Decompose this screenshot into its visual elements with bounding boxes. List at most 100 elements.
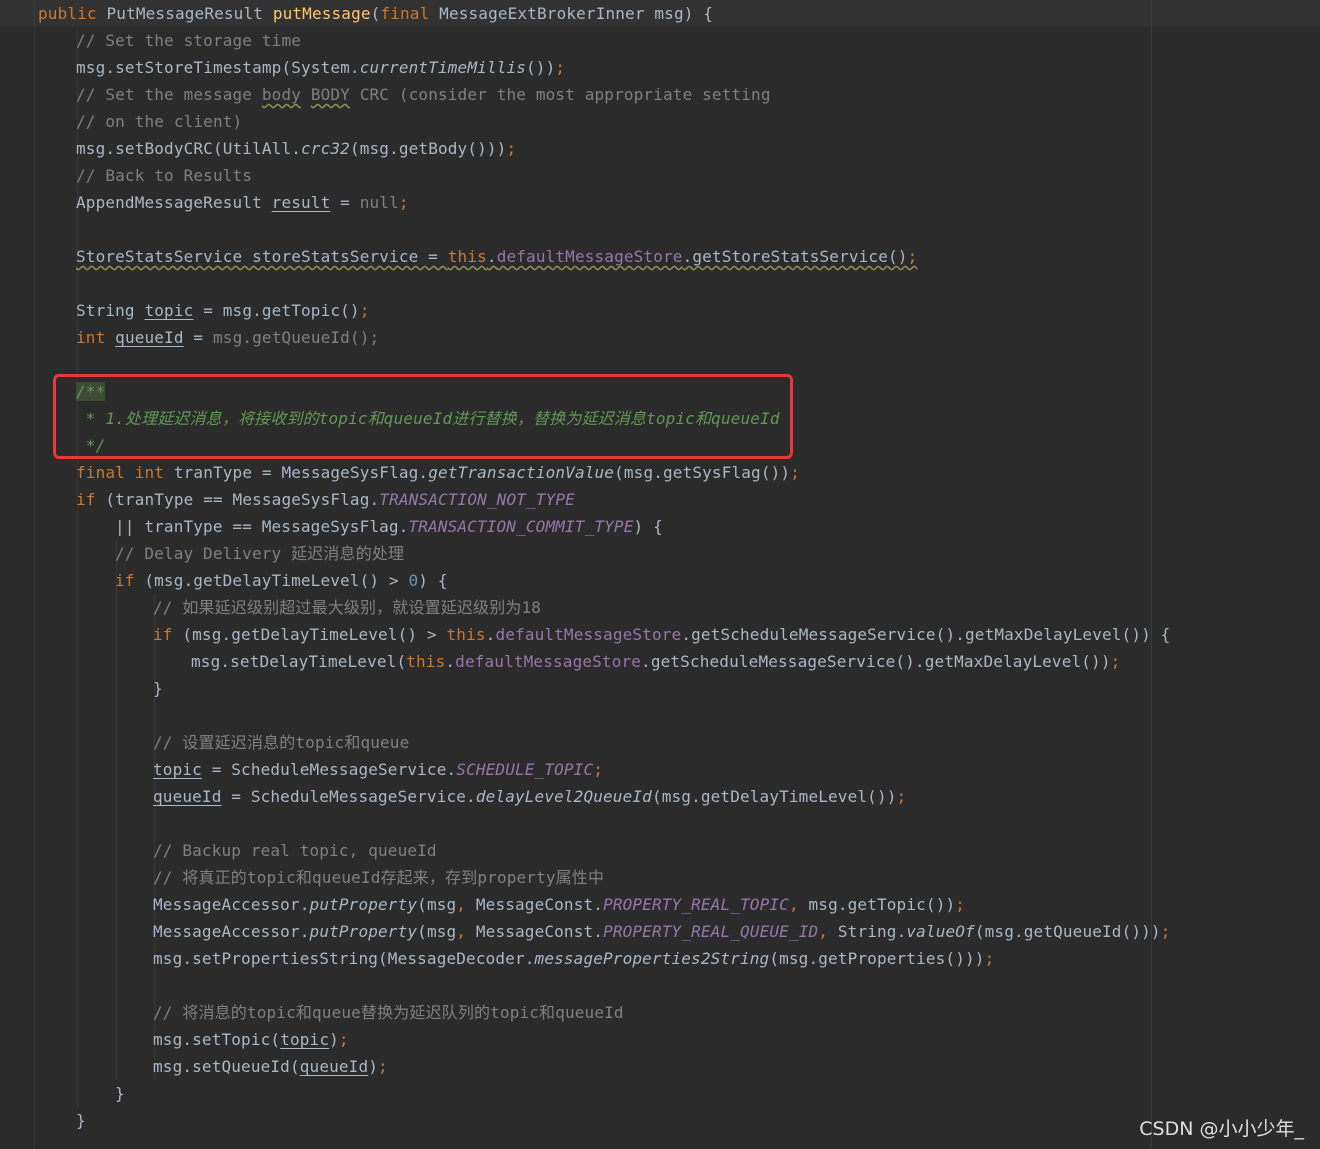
code-line-30[interactable]: queueId = ScheduleMessageService.delayLe…	[153, 783, 906, 810]
code-line-33[interactable]: // 将真正的topic和queueId存起来，存到property属性中	[153, 864, 604, 891]
token: MessageAccessor.	[153, 895, 310, 914]
code-line-21[interactable]: // Delay Delivery 延迟消息的处理	[115, 540, 404, 567]
token: putMessage	[272, 4, 371, 23]
token: ;	[593, 760, 604, 779]
token: if	[153, 625, 173, 644]
token: msg.setDelayTimeLevel(	[191, 652, 407, 671]
code-line-1[interactable]: public PutMessageResult putMessage(final…	[38, 0, 713, 27]
token: =	[330, 193, 360, 212]
token: AppendMessageResult	[76, 193, 272, 212]
token: TRANSACTION_COMMIT_TYPE	[408, 517, 634, 536]
code-line-2[interactable]: // Set the storage time	[76, 27, 301, 54]
code-line-10[interactable]: StoreStatsService storeStatsService = th…	[76, 243, 917, 270]
token: MessageConst.	[466, 922, 604, 941]
token: ;	[907, 247, 918, 266]
token: MessageConst.	[466, 895, 604, 914]
token: body	[261, 85, 302, 104]
token: (msg.getBody()))	[349, 139, 507, 158]
token: if	[76, 490, 96, 509]
token: PutMessageResult	[106, 4, 264, 23]
token: .	[485, 625, 496, 644]
token: result	[271, 193, 331, 212]
token: BODY	[310, 85, 350, 104]
code-line-29[interactable]: topic = ScheduleMessageService.SCHEDULE_…	[153, 756, 603, 783]
token: this	[447, 247, 487, 266]
code-line-24[interactable]: if (msg.getDelayTimeLevel() > this.defau…	[153, 621, 1170, 648]
token: defaultMessageStore	[495, 625, 682, 644]
annotation-highlight-box	[53, 374, 793, 459]
token: delayLevel2QueueId	[475, 787, 652, 806]
code-line-34[interactable]: MessageAccessor.putProperty(msg, Message…	[153, 891, 965, 918]
code-line-39[interactable]: msg.setTopic(topic);	[153, 1026, 349, 1053]
token: putProperty	[309, 895, 418, 914]
token: int	[76, 328, 106, 347]
code-line-19[interactable]: if (tranType == MessageSysFlag.TRANSACTI…	[76, 486, 575, 513]
token: msg.getQueueId()	[213, 328, 370, 347]
token: SCHEDULE_TOPIC	[456, 760, 594, 779]
token: public	[38, 4, 97, 23]
code-line-8[interactable]: AppendMessageResult result = null;	[76, 189, 409, 216]
token: CRC (consider the most appropriate setti…	[349, 85, 771, 104]
token: ;	[955, 895, 966, 914]
code-line-4[interactable]: // Set the message body BODY CRC (consid…	[76, 81, 771, 108]
token: topic	[280, 1030, 330, 1049]
token: msg.setTopic(	[153, 1030, 281, 1049]
token: 0	[408, 571, 419, 590]
code-line-23[interactable]: // 如果延迟级别超过最大级别，就设置延迟级别为18	[153, 594, 541, 621]
token: ,	[456, 922, 467, 941]
code-line-32[interactable]: // Backup real topic, queueId	[153, 837, 437, 864]
token: crc32	[301, 139, 350, 158]
token: .	[486, 247, 497, 266]
code-line-42[interactable]: }	[76, 1107, 86, 1134]
token: queueId	[299, 1057, 369, 1076]
token: (msg	[417, 895, 457, 914]
code-line-35[interactable]: MessageAccessor.putProperty(msg, Message…	[153, 918, 1171, 945]
code-line-22[interactable]: if (msg.getDelayTimeLevel() > 0) {	[115, 567, 448, 594]
token: msg.setBodyCRC(UtilAll.	[76, 139, 302, 158]
token: (msg.getDelayTimeLevel())	[651, 787, 897, 806]
right-margin-guide	[1151, 0, 1152, 1149]
code-line-40[interactable]: msg.setQueueId(queueId);	[153, 1053, 388, 1080]
code-line-26[interactable]: }	[153, 675, 163, 702]
token: || tranType == MessageSysFlag.	[115, 517, 409, 536]
token: StoreStatsService storeStatsService =	[76, 247, 448, 266]
code-line-12[interactable]: String topic = msg.getTopic();	[76, 297, 370, 324]
token: ;	[338, 1030, 349, 1049]
token: (msg.getDelayTimeLevel() >	[134, 571, 409, 590]
token: topic	[153, 760, 202, 779]
token: ;	[1110, 652, 1121, 671]
token: ) {	[418, 571, 448, 590]
token: = ScheduleMessageService.	[221, 787, 476, 806]
token: String.	[828, 922, 907, 941]
token: queueId	[115, 328, 184, 347]
token: (msg.getSysFlag())	[614, 463, 791, 482]
code-line-13[interactable]: int queueId = msg.getQueueId();	[76, 324, 379, 351]
code-line-41[interactable]: }	[115, 1080, 125, 1107]
code-editor[interactable]: public PutMessageResult putMessage(final…	[0, 0, 1320, 1149]
token: ;	[369, 328, 380, 347]
token: ,	[818, 922, 829, 941]
token: this	[446, 625, 486, 644]
token: ())	[526, 58, 556, 77]
token: putProperty	[309, 922, 418, 941]
token: ;	[378, 1057, 388, 1076]
code-line-38[interactable]: // 将消息的topic和queue替换为延迟队列的topic和queueId	[153, 999, 624, 1026]
code-line-3[interactable]: msg.setStoreTimestamp(System.currentTime…	[76, 54, 565, 81]
code-line-18[interactable]: final int tranType = MessageSysFlag.getT…	[76, 459, 800, 486]
token: // Set the message	[76, 85, 262, 104]
code-line-7[interactable]: // Back to Results	[76, 162, 252, 189]
token: MessageAccessor.	[153, 922, 310, 941]
token: ;	[984, 949, 995, 968]
code-line-28[interactable]: // 设置延迟消息的topic和queue	[153, 729, 409, 756]
token: (tranType == MessageSysFlag.	[95, 490, 380, 509]
code-line-5[interactable]: // on the client)	[76, 108, 242, 135]
token: queueId	[153, 787, 222, 806]
csdn-watermark: CSDN @小小少年_	[1139, 1118, 1304, 1140]
gutter-divider	[34, 0, 35, 1149]
code-line-6[interactable]: msg.setBodyCRC(UtilAll.crc32(msg.getBody…	[76, 135, 516, 162]
code-line-36[interactable]: msg.setPropertiesString(MessageDecoder.m…	[153, 945, 994, 972]
code-line-25[interactable]: msg.setDelayTimeLevel(this.defaultMessag…	[191, 648, 1120, 675]
code-line-20[interactable]: || tranType == MessageSysFlag.TRANSACTIO…	[115, 513, 663, 540]
token: tranType = MessageSysFlag.	[164, 463, 429, 482]
